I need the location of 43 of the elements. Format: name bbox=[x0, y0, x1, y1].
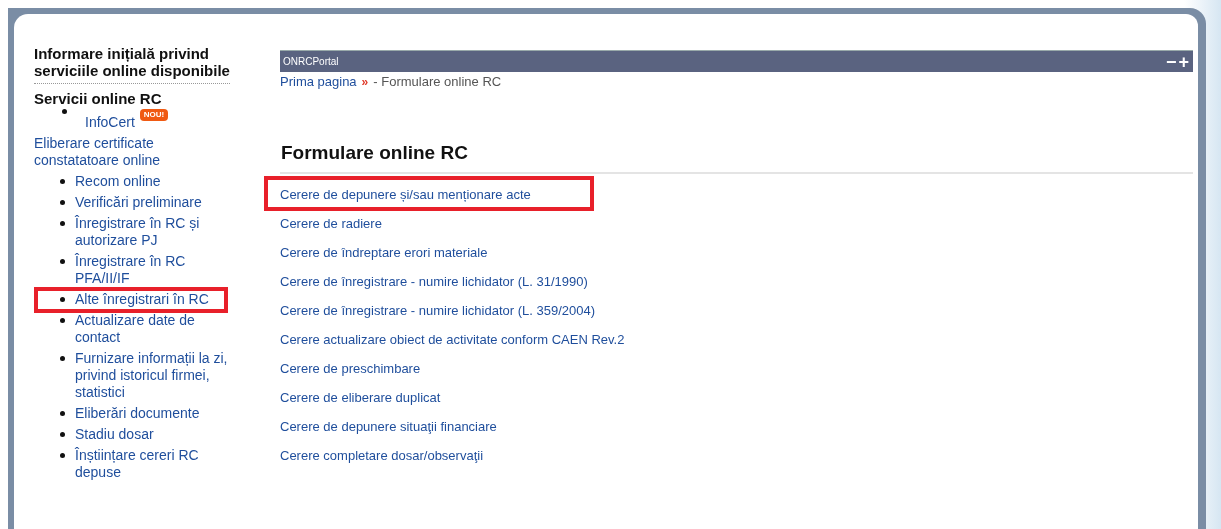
bullet-icon bbox=[60, 453, 65, 458]
form-link[interactable]: Cerere de depunere și/sau menționare acte bbox=[280, 187, 531, 202]
form-link[interactable]: Cerere de preschimbare bbox=[280, 361, 421, 376]
bullet-icon bbox=[60, 200, 65, 205]
bullet-icon bbox=[60, 259, 65, 264]
bullet-icon bbox=[60, 221, 65, 226]
maximize-button[interactable]: + bbox=[1177, 52, 1190, 71]
sidebar-link[interactable]: Înștiințare cereri RC depuse bbox=[75, 447, 230, 481]
bullet-icon bbox=[60, 356, 65, 361]
breadcrumb-separator: » bbox=[361, 75, 369, 89]
sidebar-link[interactable]: Actualizare date de contact bbox=[75, 312, 230, 346]
sidebar-link[interactable]: Înregistrare în RC PFA/II/IF bbox=[75, 253, 230, 287]
sidebar-link[interactable]: InfoCert bbox=[85, 114, 135, 131]
breadcrumb-link[interactable]: Prima pagina bbox=[280, 74, 357, 89]
new-badge: NOU! bbox=[139, 109, 169, 121]
sidebar-title: Informare inițială privind serviciile online disponibile bbox=[34, 45, 230, 84]
sidebar-link[interactable]: Eliberări documente bbox=[75, 405, 200, 422]
bullet-icon bbox=[60, 432, 65, 437]
sidebar-link[interactable]: Recom online bbox=[75, 173, 161, 190]
bullet-icon bbox=[60, 297, 65, 302]
section-title: Servicii online RC bbox=[34, 90, 163, 107]
sidebar-link[interactable]: Stadiu dosar bbox=[75, 426, 154, 443]
form-link[interactable]: Cerere de înregistrare - numire lichidator (L. 31/1990) bbox=[280, 274, 588, 289]
bullet-icon bbox=[60, 179, 65, 184]
form-link[interactable]: Cerere de radiere bbox=[280, 216, 382, 231]
form-link[interactable]: Cerere de înregistrare - numire lichidator (L. 359/2004) bbox=[280, 303, 596, 318]
form-link[interactable]: Cerere actualizare obiect de activitate conform CAEN Rev.2 bbox=[280, 332, 625, 347]
form-link[interactable]: Cerere de eliberare duplicat bbox=[280, 390, 441, 405]
minimize-button[interactable]: − bbox=[1164, 52, 1178, 71]
bullet-icon bbox=[60, 318, 65, 323]
page-heading: Formulare online RC bbox=[281, 142, 469, 165]
form-link[interactable]: Cerere de depunere situaţii financiare bbox=[280, 419, 497, 434]
portlet-title: ONRCPortal bbox=[283, 56, 339, 67]
sidebar-link[interactable]: Alte înregistrari în RC bbox=[75, 291, 209, 308]
bullet-icon bbox=[60, 411, 65, 416]
sidebar-link[interactable]: Verificări preliminare bbox=[75, 194, 202, 211]
sidebar-link[interactable]: Înregistrare în RC și autorizare PJ bbox=[75, 215, 230, 249]
form-link[interactable]: Cerere de îndreptare erori materiale bbox=[280, 245, 488, 260]
sidebar-link[interactable]: Eliberare certificate constatatoare online bbox=[34, 135, 230, 169]
bullet-icon bbox=[62, 109, 67, 114]
form-link[interactable]: Cerere completare dosar/observaţii bbox=[280, 448, 484, 463]
sidebar-link[interactable]: Furnizare informații la zi, privind istoricul firmei, statistici bbox=[75, 350, 230, 401]
breadcrumb-current: - Formulare online RC bbox=[373, 74, 502, 89]
